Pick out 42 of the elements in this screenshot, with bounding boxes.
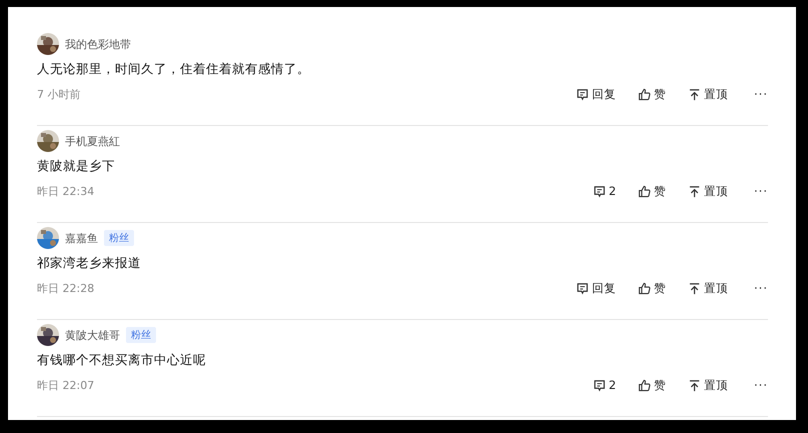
more-button[interactable]: ···	[754, 281, 768, 295]
comment-time: 7 小时前	[37, 86, 80, 102]
comment-text: 有钱哪个不想买离市中心近呢	[37, 352, 207, 369]
like-button[interactable]: 赞	[638, 280, 666, 296]
thumbs-up-icon	[638, 184, 652, 198]
reply-button[interactable]: 回复	[576, 280, 616, 296]
author-name[interactable]: 嘉嘉鱼	[65, 230, 98, 246]
comment-icon	[576, 88, 590, 100]
reply-button[interactable]: 2	[592, 184, 616, 198]
thumbs-up-icon	[638, 88, 652, 100]
more-button[interactable]: ···	[754, 378, 768, 392]
pin-button[interactable]: 置顶	[688, 378, 728, 392]
reply-button[interactable]: 2	[592, 378, 616, 392]
comment-time: 昨日 22:07	[37, 378, 94, 392]
author-name[interactable]: 黄陂大雄哥	[65, 328, 120, 342]
pin-top-icon	[688, 88, 702, 100]
fan-badge: 粉丝	[126, 327, 156, 343]
thumbs-up-icon	[638, 282, 652, 294]
pin-button[interactable]: 置顶	[688, 280, 728, 296]
pin-top-icon	[688, 184, 702, 198]
comment-text: 祁家湾老乡来报道	[37, 255, 142, 272]
thumbs-up-icon	[638, 378, 652, 392]
author-name[interactable]: 手机夏燕紅	[65, 134, 120, 148]
comment-icon	[576, 282, 590, 294]
like-button[interactable]: 赞	[638, 378, 666, 392]
like-button[interactable]: 赞	[638, 184, 666, 198]
more-button[interactable]: ···	[754, 184, 768, 198]
comment-icon	[592, 184, 606, 198]
more-button[interactable]: ···	[754, 87, 768, 101]
pin-button[interactable]: 置顶	[688, 86, 728, 102]
pin-top-icon	[688, 378, 702, 392]
like-button[interactable]: 赞	[638, 86, 666, 102]
author-name[interactable]: 我的色彩地带	[65, 36, 131, 52]
fan-badge: 粉丝	[104, 230, 134, 246]
comment-time: 昨日 22:34	[37, 184, 94, 198]
comment-icon	[592, 378, 606, 392]
comment-time: 昨日 22:28	[37, 280, 94, 296]
pin-top-icon	[688, 282, 702, 294]
comment-text: 人无论那里，时间久了，住着住着就有感情了。	[37, 61, 311, 78]
reply-button[interactable]: 回复	[576, 86, 616, 102]
pin-button[interactable]: 置顶	[688, 184, 728, 198]
comment-text: 黄陂就是乡下	[37, 158, 116, 175]
